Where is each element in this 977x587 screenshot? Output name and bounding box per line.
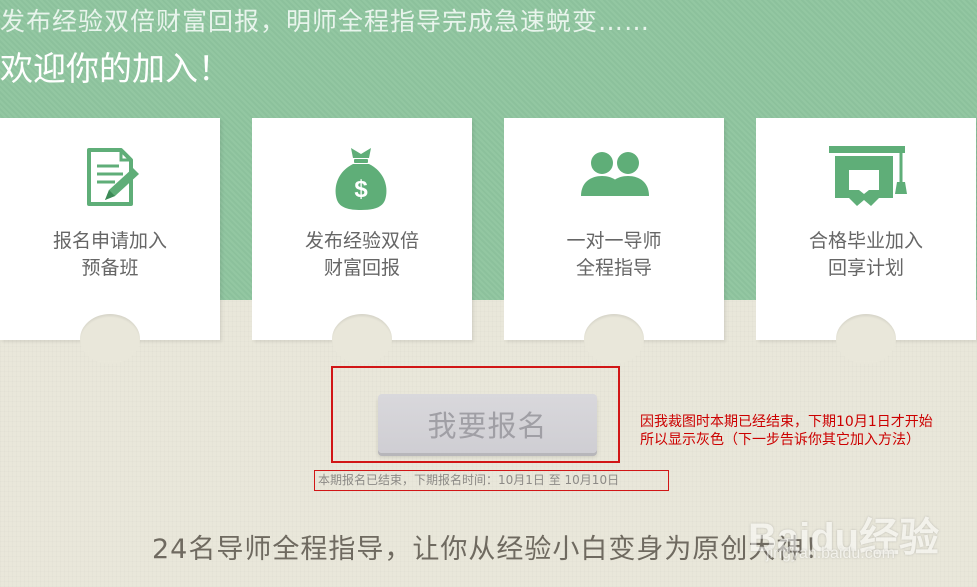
people-icon	[579, 144, 649, 214]
card-notch	[836, 314, 896, 364]
money-bag-icon: $	[327, 144, 397, 214]
card-notch	[80, 314, 140, 364]
watermark-url: jingyan.baidu.com	[766, 545, 895, 562]
step-label: 合格毕业加入 回享计划	[808, 230, 923, 279]
step-card-mentor: 一对一导师 全程指导	[504, 118, 724, 364]
svg-text:$: $	[354, 176, 368, 203]
step-label: 发布经验双倍 财富回报	[304, 230, 419, 279]
step-label: 一对一导师 全程指导	[566, 230, 662, 279]
step-card-graduate: 合格毕业加入 回享计划	[756, 118, 976, 364]
step-card-signup: 报名申请加入 预备班	[0, 118, 220, 364]
card-notch	[584, 314, 644, 364]
signup-button[interactable]: 我要报名	[378, 394, 597, 453]
bottom-slogan: 24名导师全程指导，让你从经验小白变身为原创大神！	[152, 534, 833, 565]
baidu-watermark: Baidu经验 jingyan.baidu.com	[748, 485, 977, 570]
graduation-cap-icon	[821, 144, 911, 214]
page-title: 欢迎你的加入！	[0, 49, 231, 88]
card-notch	[332, 314, 392, 364]
step-label: 报名申请加入 预备班	[52, 230, 167, 279]
document-pen-icon	[75, 144, 145, 214]
step-card-reward: $ 发布经验双倍 财富回报	[252, 118, 472, 364]
signup-period-text: 本期报名已结束，下期报名时间：10月1日 至 10月10日	[318, 473, 620, 487]
header-subtitle: 发布经验双倍财富回报，明师全程指导完成急速蜕变……	[0, 7, 651, 36]
annotation-note: 因我裁图时本期已经结束，下期10月1日才开始 所以显示灰色（下一步告诉你其它加入…	[640, 414, 933, 448]
